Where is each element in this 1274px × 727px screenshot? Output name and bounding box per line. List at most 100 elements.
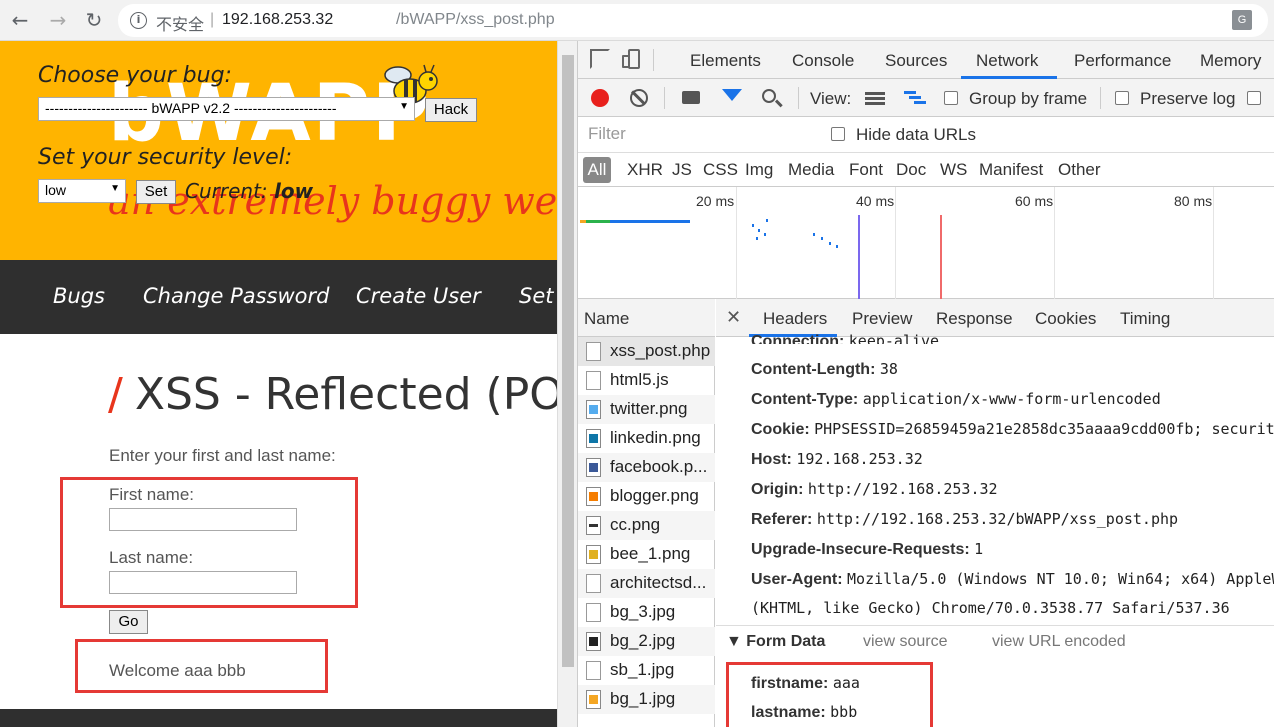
group-by-frame-label: Group by frame bbox=[969, 89, 1088, 108]
timeline-dot bbox=[821, 237, 823, 240]
timeline-dot bbox=[836, 245, 838, 248]
choose-bug-label: Choose your bug: bbox=[38, 63, 232, 88]
tab-cookies[interactable]: Cookies bbox=[1035, 309, 1096, 329]
header-line: User-Agent: Mozilla/5.0 (Windows NT 10.0… bbox=[751, 570, 1274, 588]
tab-sources[interactable]: Sources bbox=[885, 51, 947, 71]
url-box[interactable]: i 不安全 | 192.168.253.32 /bWAPP/xss_post.p… bbox=[118, 4, 1268, 37]
chevron-down-icon: ▼ bbox=[110, 183, 120, 194]
header-line: Upgrade-Insecure-Requests: 1 bbox=[751, 540, 984, 558]
request-row[interactable]: html5.js bbox=[578, 366, 715, 395]
info-icon[interactable]: i bbox=[130, 12, 147, 29]
timeline-dot bbox=[829, 242, 831, 245]
image-icon bbox=[586, 632, 601, 651]
bug-select[interactable]: ---------------------- bWAPP v2.2 ------… bbox=[38, 97, 415, 121]
tab-console[interactable]: Console bbox=[792, 51, 854, 71]
type-filter-bar: All XHR JS CSS Img Media Font Doc WS Man… bbox=[578, 153, 1274, 187]
type-img[interactable]: Img bbox=[745, 160, 773, 180]
inspect-icon[interactable] bbox=[590, 49, 610, 69]
list-view-icon[interactable] bbox=[865, 92, 885, 105]
header-line: Origin: http://192.168.253.32 bbox=[751, 480, 998, 498]
close-icon[interactable]: ✕ bbox=[726, 307, 741, 328]
form-data-title[interactable]: ▼ Form Data bbox=[726, 633, 825, 651]
security-select[interactable]: low ▼ bbox=[38, 179, 126, 203]
url-host: 192.168.253.32 bbox=[222, 11, 334, 28]
reload-icon[interactable]: ↻ bbox=[80, 6, 108, 34]
request-row[interactable]: bee_1.png bbox=[578, 540, 715, 569]
preserve-log-checkbox[interactable] bbox=[1115, 91, 1129, 105]
request-row[interactable]: blogger.png bbox=[578, 482, 715, 511]
type-media[interactable]: Media bbox=[788, 160, 834, 180]
current-label: Current: bbox=[185, 179, 268, 203]
current-value: low bbox=[274, 179, 314, 203]
timeline-label: 40 ms bbox=[856, 193, 895, 209]
filter-input[interactable]: Filter bbox=[582, 121, 812, 147]
page-scrollbar[interactable] bbox=[557, 41, 577, 727]
clear-icon[interactable] bbox=[630, 89, 648, 107]
tab-performance[interactable]: Performance bbox=[1074, 51, 1171, 71]
request-row[interactable]: architectsd... bbox=[578, 569, 715, 598]
request-row[interactable]: facebook.p... bbox=[578, 453, 715, 482]
title-slash: / bbox=[108, 369, 123, 420]
menu-set[interactable]: Set bbox=[519, 284, 553, 308]
view-source-link[interactable]: view source bbox=[863, 633, 947, 651]
device-mobile-icon bbox=[622, 55, 630, 68]
scroll-thumb[interactable] bbox=[562, 55, 574, 667]
back-icon[interactable]: ← bbox=[6, 6, 34, 34]
request-row[interactable]: cc.png bbox=[578, 511, 715, 540]
request-row[interactable]: bg_1.jpg bbox=[578, 685, 715, 714]
group-by-frame-checkbox[interactable] bbox=[944, 91, 958, 105]
record-icon[interactable] bbox=[591, 89, 609, 107]
type-doc[interactable]: Doc bbox=[896, 160, 926, 180]
search-icon[interactable] bbox=[762, 89, 776, 103]
type-font[interactable]: Font bbox=[849, 160, 883, 180]
type-js[interactable]: JS bbox=[672, 160, 692, 180]
name-column-header[interactable]: Name bbox=[578, 299, 715, 337]
camera-icon[interactable] bbox=[682, 91, 700, 104]
tab-elements[interactable]: Elements bbox=[690, 51, 761, 71]
tab-memory[interactable]: Memory bbox=[1200, 51, 1261, 71]
timeline-dot bbox=[813, 233, 815, 236]
type-ws[interactable]: WS bbox=[940, 160, 967, 180]
type-css[interactable]: CSS bbox=[703, 160, 738, 180]
header-line: Content-Type: application/x-www-form-url… bbox=[751, 390, 1161, 408]
menu-bugs[interactable]: Bugs bbox=[53, 284, 105, 308]
title-text: XSS - Reflected (POST) bbox=[134, 369, 557, 420]
go-button[interactable]: Go bbox=[109, 610, 148, 634]
type-other[interactable]: Other bbox=[1058, 160, 1101, 180]
filter-icon[interactable] bbox=[722, 89, 742, 101]
translate-icon[interactable]: G bbox=[1232, 10, 1252, 30]
request-row[interactable]: sb_1.jpg bbox=[578, 656, 715, 685]
tab-headers[interactable]: Headers bbox=[763, 309, 827, 329]
disable-cache-checkbox[interactable] bbox=[1247, 91, 1261, 105]
header-line: Connection: keep-alive bbox=[751, 332, 940, 344]
load-line bbox=[940, 215, 942, 299]
page-title: /XSS - Reflected (POST) bbox=[108, 369, 557, 420]
forward-icon[interactable]: → bbox=[44, 6, 72, 34]
form-data-section: ▼ Form Data view source view URL encoded bbox=[716, 625, 1274, 655]
hack-button[interactable]: Hack bbox=[425, 98, 477, 122]
menu-create-user[interactable]: Create User bbox=[356, 284, 481, 308]
tab-network[interactable]: Network bbox=[976, 51, 1038, 71]
type-manifest[interactable]: Manifest bbox=[979, 160, 1043, 180]
request-row[interactable]: linkedin.png bbox=[578, 424, 715, 453]
chevron-down-icon: ▼ bbox=[399, 101, 409, 112]
type-all[interactable]: All bbox=[583, 157, 611, 183]
highlight-box-welcome bbox=[75, 639, 328, 693]
bee-image-icon bbox=[586, 545, 601, 564]
request-row[interactable]: xss_post.php bbox=[578, 337, 715, 366]
type-xhr[interactable]: XHR bbox=[627, 160, 663, 180]
tab-response[interactable]: Response bbox=[936, 309, 1013, 329]
request-row[interactable]: bg_3.jpg bbox=[578, 598, 715, 627]
network-toolbar: View: Group by frame Preserve log bbox=[578, 79, 1274, 117]
blogger-image-icon bbox=[586, 487, 601, 506]
page-footer bbox=[0, 709, 557, 727]
request-row[interactable]: twitter.png bbox=[578, 395, 715, 424]
request-row[interactable]: bg_2.jpg bbox=[578, 627, 715, 656]
set-button[interactable]: Set bbox=[136, 180, 176, 204]
tab-preview[interactable]: Preview bbox=[852, 309, 912, 329]
tab-timing[interactable]: Timing bbox=[1120, 309, 1170, 329]
waterfall-view-icon[interactable] bbox=[904, 91, 926, 105]
hide-data-urls-checkbox[interactable] bbox=[831, 127, 845, 141]
view-url-encoded-link[interactable]: view URL encoded bbox=[992, 633, 1126, 651]
menu-change-password[interactable]: Change Password bbox=[143, 284, 329, 308]
